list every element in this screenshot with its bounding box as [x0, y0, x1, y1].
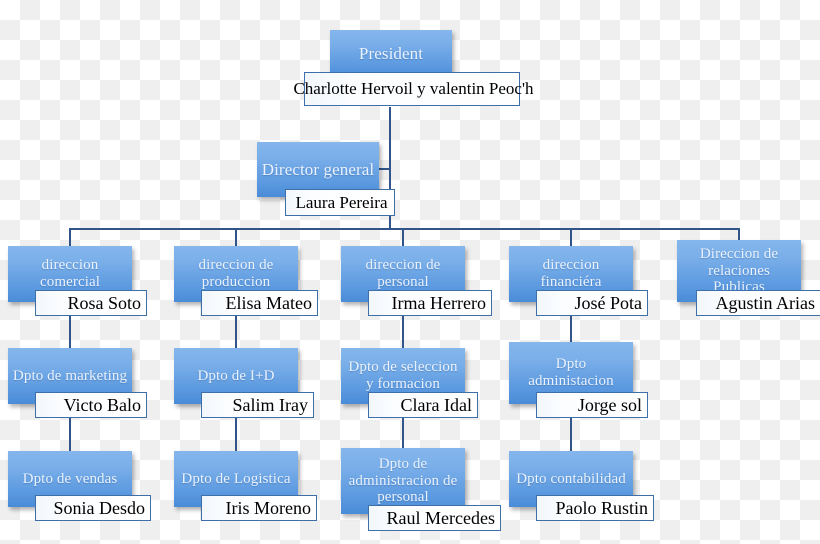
node-dpto-administacion[interactable]: Dpto administacion Jorge sol	[509, 342, 659, 418]
node-dpto-de-administracion-de-personal-name: Raul Mercedes	[368, 505, 501, 531]
node-dpto-de-seleccion-y-formacion-name: Clara Idal	[368, 392, 478, 418]
node-president[interactable]: President Charlotte Hervoil y valentin P…	[293, 30, 534, 110]
connector-seleccion-to-admin-personal	[402, 415, 404, 448]
node-direccion-financiera[interactable]: direccion financiéra José Pota	[509, 246, 659, 316]
connector-level2-bar	[70, 228, 740, 230]
node-direccion-de-personal-name: Irma Herrero	[368, 290, 492, 316]
node-dpto-contabilidad[interactable]: Dpto contabilidad Paolo Rustin	[509, 451, 659, 521]
node-dpto-de-administracion-de-personal[interactable]: Dpto de administracion de personal Raul …	[341, 448, 501, 531]
connector-drop-direccion-comercial	[69, 228, 71, 246]
node-dpto-de-i-d[interactable]: Dpto de I+D Salim Iray	[174, 348, 324, 418]
connector-comercial-to-marketing	[69, 313, 71, 348]
node-dpto-de-seleccion-y-formacion[interactable]: Dpto de seleccion y formacion Clara Idal	[341, 348, 491, 418]
connector-drop-direccion-de-personal	[402, 228, 404, 246]
node-direccion-comercial[interactable]: direccion comercial Rosa Soto	[8, 246, 156, 316]
node-direccion-de-relaciones-publicas-name: Agustin Arias	[696, 290, 820, 316]
node-dpto-de-vendas[interactable]: Dpto de vendas Sonia Desdo	[8, 451, 156, 521]
connector-marketing-to-vendas	[69, 415, 71, 451]
connector-drop-direccion-financiera	[570, 228, 572, 246]
node-direccion-comercial-name: Rosa Soto	[35, 290, 147, 316]
org-chart-canvas: President Charlotte Hervoil y valentin P…	[0, 0, 820, 544]
connector-produccion-to-id	[235, 313, 237, 348]
connector-id-to-logistica	[235, 415, 237, 451]
node-director-general[interactable]: Director general Laura Pereira	[257, 142, 397, 216]
node-president-title: President	[330, 30, 452, 78]
node-direccion-financiera-name: José Pota	[536, 290, 648, 316]
node-dpto-de-marketing-name: Victo Balo	[35, 392, 147, 418]
node-dpto-de-logistica[interactable]: Dpto de Logistica Iris Moreno	[174, 451, 324, 521]
connector-drop-direccion-de-produccion	[235, 228, 237, 246]
node-president-name: Charlotte Hervoil y valentin Peoc'h	[293, 72, 534, 106]
node-direccion-de-produccion[interactable]: direccion de produccion Elisa Mateo	[174, 246, 324, 316]
node-dpto-administacion-name: Jorge sol	[536, 392, 648, 418]
node-direccion-de-relaciones-publicas[interactable]: Direccion de relaciones Publicas Agustin…	[677, 240, 820, 316]
node-direccion-de-personal[interactable]: direccion de personal Irma Herrero	[341, 246, 492, 316]
node-direccion-de-produccion-name: Elisa Mateo	[201, 290, 318, 316]
node-dpto-de-logistica-name: Iris Moreno	[201, 495, 317, 521]
node-director-general-name: Laura Pereira	[285, 189, 395, 216]
node-dpto-de-i-d-name: Salim Iray	[201, 392, 314, 418]
connector-personal-to-seleccion	[402, 313, 404, 348]
node-dpto-de-marketing[interactable]: Dpto de marketing Victo Balo	[8, 348, 156, 418]
node-dpto-de-vendas-name: Sonia Desdo	[35, 495, 151, 521]
connector-administacion-to-contabilidad	[570, 415, 572, 451]
node-dpto-contabilidad-name: Paolo Rustin	[536, 495, 654, 521]
